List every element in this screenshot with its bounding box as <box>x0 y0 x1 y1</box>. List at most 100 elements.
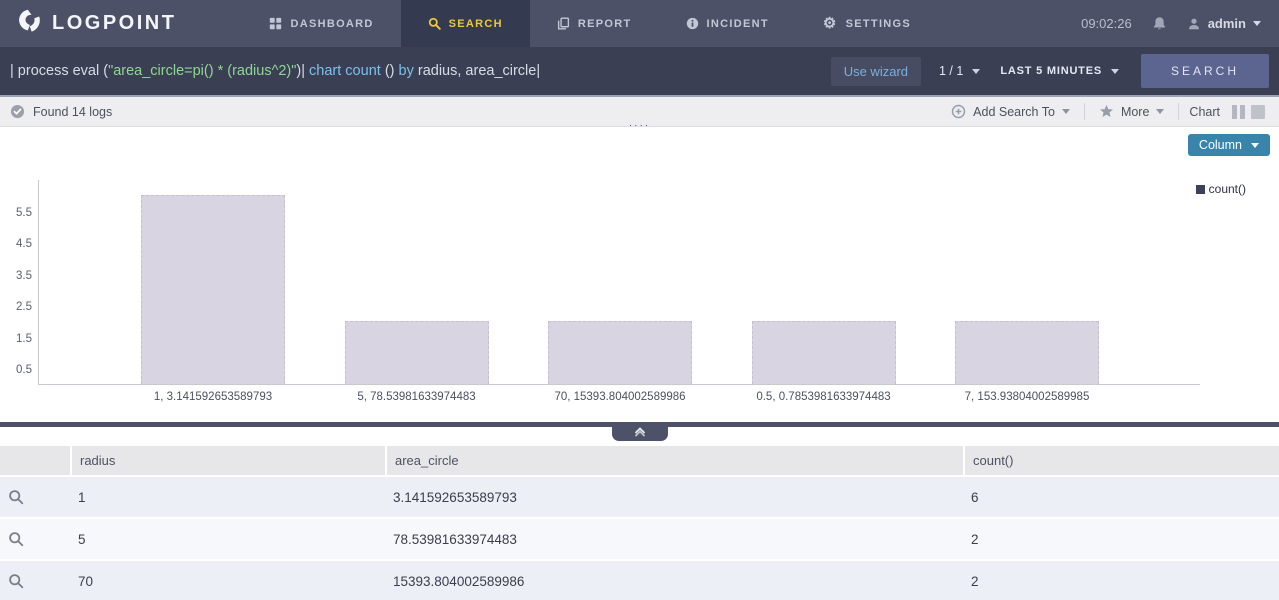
chevron-down-icon <box>1062 109 1070 114</box>
navbar-right: 09:02:26 admin <box>1081 0 1279 47</box>
user-menu[interactable]: admin <box>1187 16 1261 31</box>
time-range-picker[interactable]: LAST 5 MINUTES <box>1000 65 1119 77</box>
table-view-icon[interactable] <box>1251 105 1265 119</box>
logpoint-logo-icon <box>16 8 43 40</box>
nav-item-settings[interactable]: ⚙ SETTINGS <box>796 0 938 47</box>
chart-view-toggle: Chart <box>1179 105 1269 119</box>
chart-label: Chart <box>1189 105 1220 119</box>
row-inspect-icon[interactable] <box>8 573 24 589</box>
query-pagination[interactable]: 1 / 1 <box>939 64 980 78</box>
chart-bar[interactable] <box>548 321 692 384</box>
cell-count: 2 <box>963 519 1279 559</box>
header-area-circle[interactable]: area_circle <box>385 446 963 475</box>
results-table: radius area_circle count() 13.1415926535… <box>0 446 1279 600</box>
chart-y-axis: 0.51.52.53.54.55.5 <box>0 180 32 385</box>
cell-radius: 1 <box>70 477 385 517</box>
legend-label: count() <box>1209 182 1246 196</box>
star-icon <box>1099 104 1114 119</box>
search-bar: | process eval ("area_circle=pi() * (rad… <box>0 47 1279 97</box>
query-segment: )| <box>296 63 309 79</box>
search-query[interactable]: | process eval ("area_circle=pi() * (rad… <box>10 63 831 79</box>
header-count[interactable]: count() <box>963 446 1279 475</box>
chart-bar[interactable] <box>955 321 1099 384</box>
x-category-label: 70, 15393.804002589986 <box>510 391 730 403</box>
table-row: 578.539816339744832 <box>0 519 1279 559</box>
found-logs-text: Found 14 logs <box>33 105 112 119</box>
nav-label: INCIDENT <box>707 18 769 30</box>
logo-text: LOGPOINT <box>52 12 176 35</box>
row-inspect-icon[interactable] <box>8 489 24 505</box>
dashboard-icon <box>269 17 282 30</box>
query-segment: "area_circle=pi() * (radius^2)" <box>108 63 296 79</box>
use-wizard-button[interactable]: Use wizard <box>831 57 921 86</box>
x-category-label: 7, 153.93804002589985 <box>917 391 1137 403</box>
search-button[interactable]: SEARCH <box>1141 54 1269 88</box>
settings-gear-icon: ⚙ <box>823 17 838 30</box>
table-header: radius area_circle count() <box>0 446 1279 477</box>
x-category-label: 0.5, 0.7853981633974483 <box>714 391 934 403</box>
clock: 09:02:26 <box>1081 16 1132 31</box>
report-icon <box>557 17 570 30</box>
chart-bar[interactable] <box>752 321 896 384</box>
check-circle-icon <box>10 104 25 119</box>
nav-item-report[interactable]: REPORT <box>530 0 659 47</box>
plus-circle-icon <box>951 104 966 119</box>
y-tick-label: 3.5 <box>0 270 32 282</box>
cell-radius: 70 <box>70 561 385 600</box>
y-tick-label: 2.5 <box>0 301 32 313</box>
nav-label: DASHBOARD <box>290 18 373 30</box>
chevron-down-icon <box>1156 109 1164 114</box>
x-category-label: 1, 3.141592653589793 <box>103 391 323 403</box>
nav-item-search[interactable]: SEARCH <box>401 0 530 47</box>
username: admin <box>1208 16 1246 31</box>
panel-divider <box>0 420 1279 446</box>
chart-view-icon[interactable] <box>1232 105 1245 119</box>
incident-icon <box>686 17 699 30</box>
x-category-label: 5, 78.53981633974483 <box>307 391 527 403</box>
query-segment: | process eval ( <box>10 63 108 79</box>
chart-type-dropdown[interactable]: Column <box>1188 134 1270 156</box>
notifications-bell-icon[interactable] <box>1152 16 1167 31</box>
table-row: 13.1415926535897936 <box>0 477 1279 517</box>
cell-count: 6 <box>963 477 1279 517</box>
more-menu-button[interactable]: More <box>1085 104 1178 119</box>
add-search-to-button[interactable]: Add Search To <box>937 104 1084 119</box>
header-radius[interactable]: radius <box>70 446 385 475</box>
drag-handle-dots: ···· <box>629 121 650 419</box>
nav-label: SEARCH <box>449 18 503 30</box>
header-search-col <box>0 446 70 475</box>
y-tick-label: 5.5 <box>0 207 32 219</box>
row-inspect-icon[interactable] <box>8 531 24 547</box>
collapse-table-button[interactable] <box>612 422 668 441</box>
main-nav: DASHBOARD SEARCH REPORT <box>242 0 938 47</box>
chart-plot: 1, 3.1415926535897935, 78.53981633974483… <box>38 180 1200 385</box>
user-icon <box>1187 17 1201 31</box>
query-segment: by <box>399 63 414 79</box>
y-tick-label: 0.5 <box>0 364 32 376</box>
cell-radius: 5 <box>70 519 385 559</box>
status-bar-actions: Add Search To More Chart <box>937 103 1269 120</box>
more-label: More <box>1121 105 1149 119</box>
chevron-down-icon <box>972 69 980 74</box>
query-segment: () <box>381 63 399 79</box>
y-tick-label: 1.5 <box>0 333 32 345</box>
cell-area-circle: 3.141592653589793 <box>385 477 963 517</box>
nav-label: REPORT <box>578 18 632 30</box>
double-chevron-up-icon <box>634 426 646 437</box>
logpoint-logo[interactable]: LOGPOINT <box>0 0 206 47</box>
query-segment: radius, area_circle| <box>414 63 540 79</box>
cell-area-circle: 78.53981633974483 <box>385 519 963 559</box>
nav-item-dashboard[interactable]: DASHBOARD <box>242 0 400 47</box>
table-body: 13.1415926535897936578.53981633974483270… <box>0 477 1279 600</box>
chart-bar[interactable] <box>141 195 285 384</box>
chart-legend[interactable]: count() <box>1196 182 1246 196</box>
found-logs-status: Found 14 logs <box>10 104 112 119</box>
top-navbar: LOGPOINT DASHBOARD SEARCH <box>0 0 1279 47</box>
nav-item-incident[interactable]: INCIDENT <box>659 0 796 47</box>
chart-panel: Column count() 0.51.52.53.54.55.5 1, 3.1… <box>0 127 1279 420</box>
time-range-value: LAST 5 MINUTES <box>1000 65 1102 77</box>
query-segment: chart count <box>309 63 381 79</box>
add-search-to-label: Add Search To <box>973 105 1055 119</box>
nav-label: SETTINGS <box>846 18 911 30</box>
chart-bar[interactable] <box>345 321 489 384</box>
